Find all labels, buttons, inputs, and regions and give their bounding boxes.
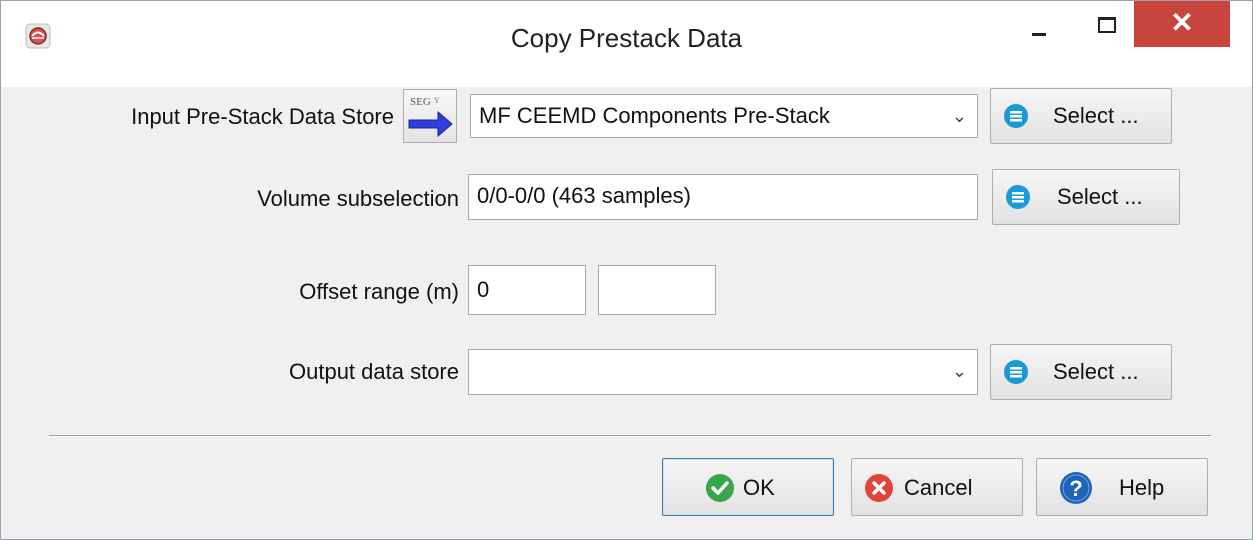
input-store-select-label: Select ... — [1053, 103, 1139, 128]
cancel-icon — [865, 474, 893, 502]
input-store-select-button[interactable]: Select ... — [990, 88, 1172, 144]
output-store-combobox[interactable]: ⌄ — [468, 349, 978, 395]
cancel-label: Cancel — [904, 475, 973, 500]
volume-subselection-label: Volume subselection — [257, 186, 459, 211]
volume-subselection-field[interactable]: 0/0-0/0 (463 samples) — [468, 174, 978, 220]
close-icon: ✕ — [1170, 7, 1194, 38]
list-icon — [1004, 360, 1028, 384]
checkmark-icon — [706, 474, 734, 502]
copy-prestack-dialog: Copy Prestack Data ✕ Input Pre-Stack Dat… — [0, 0, 1253, 540]
separator — [49, 435, 1211, 437]
input-store-label: Input Pre-Stack Data Store — [131, 104, 394, 129]
help-label: Help — [1119, 475, 1165, 500]
list-icon — [1004, 104, 1028, 128]
output-store-select-label: Select ... — [1053, 359, 1139, 384]
minimize-icon — [1032, 33, 1046, 36]
output-store-label: Output data store — [289, 359, 459, 384]
output-store-select-button[interactable]: Select ... — [990, 344, 1172, 400]
maximize-button[interactable] — [1078, 1, 1128, 47]
minimize-button[interactable] — [1014, 1, 1064, 47]
volume-subselection-value: 0/0-0/0 (463 samples) — [477, 183, 691, 208]
svg-text:SEG: SEG — [410, 96, 431, 108]
offset-range-start-value: 0 — [477, 277, 490, 302]
help-button[interactable]: ? Help — [1036, 458, 1208, 516]
close-button[interactable]: ✕ — [1134, 1, 1230, 47]
chevron-down-icon[interactable]: ⌄ — [952, 95, 967, 137]
segy-import-icon: SEG Y — [408, 96, 453, 138]
title-bar[interactable]: Copy Prestack Data ✕ — [1, 1, 1252, 87]
svg-text:?: ? — [1069, 476, 1082, 501]
ok-label: OK — [743, 475, 775, 500]
ok-button[interactable]: OK — [662, 458, 834, 516]
volume-subselection-select-button[interactable]: Select ... — [992, 169, 1180, 225]
offset-range-label: Offset range (m) — [299, 279, 459, 304]
volume-subselection-select-label: Select ... — [1057, 184, 1143, 209]
maximize-icon — [1098, 17, 1116, 33]
cancel-button[interactable]: Cancel — [851, 458, 1023, 516]
chevron-down-icon[interactable]: ⌄ — [952, 350, 967, 392]
offset-range-start-field[interactable]: 0 — [468, 265, 586, 315]
help-icon: ? — [1060, 472, 1092, 504]
input-store-combobox[interactable]: MF CEEMD Components Pre-Stack ⌄ — [470, 94, 978, 138]
segy-import-button[interactable]: SEG Y — [403, 89, 457, 143]
window-title: Copy Prestack Data — [510, 23, 743, 53]
offset-range-stop-field[interactable] — [598, 265, 716, 315]
svg-text:Y: Y — [434, 96, 440, 105]
input-store-value: MF CEEMD Components Pre-Stack — [479, 103, 830, 128]
list-icon — [1006, 185, 1030, 209]
